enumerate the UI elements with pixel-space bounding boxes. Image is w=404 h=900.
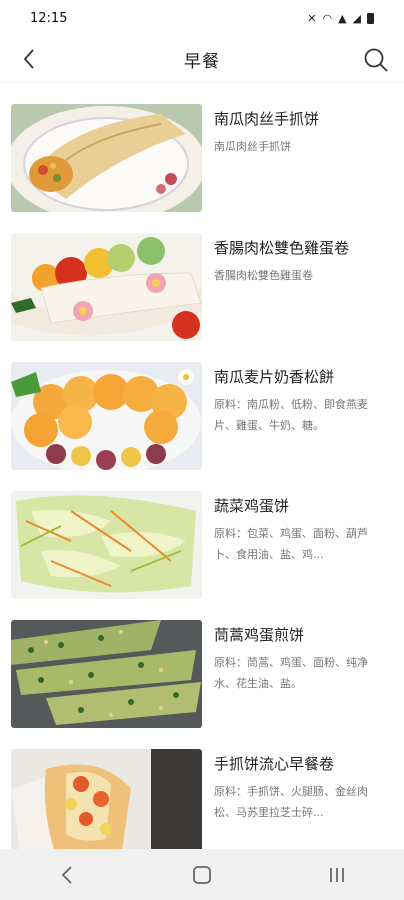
recipe-image-wrap	[11, 104, 202, 212]
recipe-name: 蔬菜鸡蛋饼	[214, 497, 290, 515]
wifi-icon: ◠	[322, 11, 333, 25]
page-title: 早餐	[184, 51, 220, 72]
recipe-name: 茼蒿鸡蛋煎饼	[214, 626, 305, 644]
recipe-image-breakfast-roll	[11, 749, 202, 857]
home-square-icon	[193, 865, 211, 884]
recipe-item[interactable]: 茼蒿鸡蛋煎饼 原料：茼蒿、鸡蛋、面粉、纯净水、花生油、盐。	[0, 616, 404, 745]
recipe-info: 茼蒿鸡蛋煎饼 原料：茼蒿、鸡蛋、面粉、纯净水、花生油、盐。	[214, 624, 374, 694]
recipe-desc: 原料：茼蒿、鸡蛋、面粉、纯净水、花生油、盐。	[214, 656, 368, 690]
chevron-left-icon	[62, 865, 72, 884]
recipe-info: 南瓜麦片奶香松餅 原料：南瓜粉、低粉、即食燕麦片、雞蛋、牛奶、糖。	[214, 366, 374, 436]
recipe-desc: 原料：南瓜粉、低粉、即食燕麦片、雞蛋、牛奶、糖。	[214, 398, 368, 432]
recipe-list: 南瓜肉丝手抓饼 南瓜肉丝手抓饼 香腸肉松雙色雞蛋卷 香腸肉松雙色雞蛋卷 南瓜麦片…	[0, 100, 404, 874]
status-bar: 12:15 ✕ ◠ ▲ ◢	[0, 0, 404, 36]
search-button[interactable]	[360, 44, 392, 76]
recipe-item[interactable]: 蔬菜鸡蛋饼 原料：包菜、鸡蛋、面粉、葫芦卜、食用油、盐、鸡...	[0, 487, 404, 616]
chevron-left-icon	[23, 49, 34, 69]
recipe-image-egg-roll	[11, 233, 202, 341]
nav-home-button[interactable]	[172, 855, 232, 895]
recipe-name: 手抓饼流心早餐卷	[214, 755, 335, 773]
system-nav-bar	[0, 849, 404, 900]
recents-icon	[329, 867, 344, 882]
recipe-info: 南瓜肉丝手抓饼 南瓜肉丝手抓饼	[214, 108, 374, 157]
recipe-item[interactable]: 南瓜肉丝手抓饼 南瓜肉丝手抓饼	[0, 100, 404, 229]
recipe-item[interactable]: 南瓜麦片奶香松餅 原料：南瓜粉、低粉、即食燕麦片、雞蛋、牛奶、糖。	[0, 358, 404, 487]
back-button[interactable]	[14, 44, 44, 74]
status-icons: ✕ ◠ ▲ ◢	[307, 12, 374, 25]
mute-icon: ✕	[307, 11, 317, 25]
search-icon	[364, 48, 388, 72]
recipe-item[interactable]: 香腸肉松雙色雞蛋卷 香腸肉松雙色雞蛋卷	[0, 229, 404, 358]
recipe-info: 蔬菜鸡蛋饼 原料：包菜、鸡蛋、面粉、葫芦卜、食用油、盐、鸡...	[214, 495, 374, 565]
recipe-desc: 原料：包菜、鸡蛋、面粉、葫芦卜、食用油、盐、鸡...	[214, 527, 368, 561]
recipe-name: 南瓜肉丝手抓饼	[214, 110, 320, 128]
signal-icon: ▲	[338, 11, 347, 25]
recipe-desc: 香腸肉松雙色雞蛋卷	[214, 269, 313, 282]
recipe-image-pancakes	[11, 362, 202, 470]
recipe-desc: 原料：手抓饼、火腿肠、金丝肉松、马苏里拉芝士碎...	[214, 785, 368, 819]
status-time: 12:15	[30, 10, 68, 26]
recipe-desc: 南瓜肉丝手抓饼	[214, 140, 291, 153]
app-bar: 早餐	[0, 36, 404, 83]
recipe-name: 香腸肉松雙色雞蛋卷	[214, 239, 350, 257]
recipe-name: 南瓜麦片奶香松餅	[214, 368, 335, 386]
recipe-info: 香腸肉松雙色雞蛋卷 香腸肉松雙色雞蛋卷	[214, 237, 374, 286]
signal-icon-2: ◢	[352, 11, 361, 25]
battery-icon	[367, 12, 374, 24]
nav-back-button[interactable]	[37, 855, 97, 895]
recipe-info: 手抓饼流心早餐卷 原料：手抓饼、火腿肠、金丝肉松、马苏里拉芝士碎...	[214, 753, 374, 823]
recipe-image-vegetable-pancake	[11, 491, 202, 599]
nav-recents-button[interactable]	[307, 855, 367, 895]
recipe-image-green-pancake	[11, 620, 202, 728]
